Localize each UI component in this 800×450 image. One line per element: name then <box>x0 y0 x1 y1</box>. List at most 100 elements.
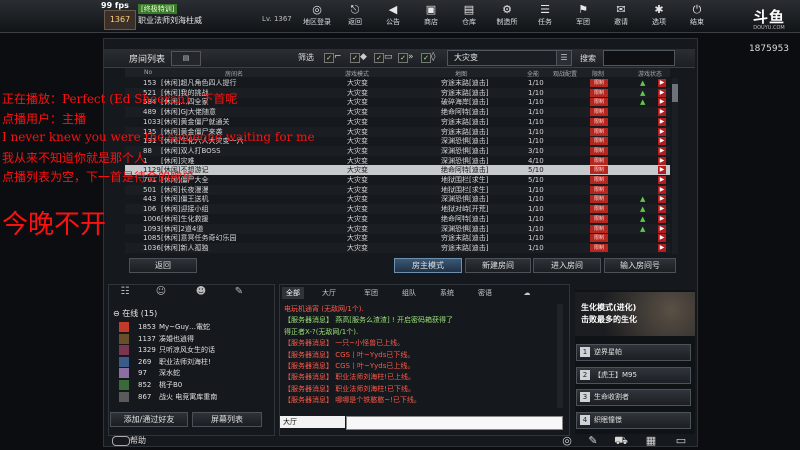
nav-button-0[interactable]: ◎ 地区登录 <box>300 2 334 30</box>
edit-icon[interactable]: ✎ <box>586 434 600 448</box>
calendar-icon[interactable]: ▦ <box>644 434 658 448</box>
online-count: 在线 (15) <box>122 309 158 318</box>
nav-button-7[interactable]: ⚑ 军团 <box>566 2 600 30</box>
nav-button-10[interactable]: ⏻ 结束 <box>680 2 714 30</box>
room-list-scrollbar[interactable] <box>672 78 678 254</box>
play-icon[interactable]: ▶ <box>658 156 666 165</box>
play-icon[interactable]: ▶ <box>658 166 666 175</box>
room-row[interactable]: 701 [休闲]僵尸大全 大灾变 地狱围栏[求生] 5/10 限制 ▶ <box>125 175 670 185</box>
battery-icon[interactable]: ▭ <box>674 434 688 448</box>
play-icon[interactable]: ▶ <box>658 224 666 233</box>
play-icon[interactable]: ▶ <box>658 243 666 252</box>
chat-tab-whisper[interactable]: 密语 <box>474 287 496 299</box>
chat-channel-select[interactable]: 大厅 <box>280 416 345 428</box>
room-row[interactable]: 88 [休闲]双人打BOSS 大灾变 深渊恐惧[迪击] 3/10 限制 ▶ <box>125 145 670 156</box>
chat-tab-clan[interactable]: 军团 <box>360 287 382 299</box>
friend-item[interactable]: 97 深水蛇 <box>113 368 265 379</box>
chat-message: 得正者X-?(无敌网/1个). <box>284 327 359 336</box>
chat-tab-system[interactable]: 系统 <box>436 287 458 299</box>
edit-tab-icon[interactable]: ✎ <box>228 286 250 300</box>
cart-icon[interactable]: ⛟ <box>614 434 628 448</box>
room-row[interactable]: 501 [休闲]长夜漫漫 大灾变 地狱围栏[求生] 1/10 限制 ▶ <box>125 184 670 195</box>
play-icon[interactable]: ▶ <box>658 127 666 136</box>
friend-item[interactable]: 852 桃子B0 <box>113 380 265 390</box>
back-button[interactable]: 返回 <box>129 258 197 273</box>
friend-item[interactable]: 1137 凑婚也逍得 <box>113 333 265 344</box>
room-row[interactable]: 1 [休闲]灾难 大灾变 深渊恐惧[迪击] 4/10 限制 ▶ <box>125 156 670 166</box>
filter-checkbox-3[interactable]: ✓ <box>374 53 384 63</box>
friend-item[interactable]: 1329 只听凉风女生的话 <box>113 345 265 356</box>
nav-button-8[interactable]: ✉ 邀请 <box>604 2 638 30</box>
play-icon[interactable]: ▶ <box>658 234 666 243</box>
room-list-scroll-thumb[interactable] <box>672 84 678 102</box>
quick-link-button[interactable]: 3 生命收割者 <box>576 389 691 406</box>
play-icon[interactable]: ▶ <box>658 117 666 126</box>
quick-link-button[interactable]: 2 【虎王】M95 <box>576 366 691 384</box>
room-row[interactable]: 1006 [休闲]生化救援 大灾变 绝命阿特[迪击] 1/10 限制 ▲ ▶ <box>125 214 670 224</box>
quick-link-button[interactable]: 4 织眠憧憬 <box>576 411 691 429</box>
room-players: 1/10 <box>528 243 544 252</box>
screen-list-button[interactable]: 屏幕列表 <box>192 412 262 427</box>
chat-input[interactable] <box>346 416 563 430</box>
nav-button-1[interactable]: ⎋ 返回 <box>338 2 372 30</box>
play-icon[interactable]: ▶ <box>658 214 666 223</box>
friend-item[interactable]: 1853 My~Guy…電蛇 <box>113 322 265 332</box>
play-icon[interactable]: ▶ <box>658 79 666 87</box>
chat-scrollbar[interactable] <box>557 304 563 408</box>
nav-button-2[interactable]: ◀ 公告 <box>376 2 410 30</box>
room-row[interactable]: 1085 [休闲]意冥任务奇幻乐园 大灾变 穷途末路[迪击] 1/10 限制 ▶ <box>125 233 670 243</box>
search-input[interactable] <box>603 50 675 66</box>
filter-menu-icon[interactable]: ☰ <box>556 50 572 66</box>
filter-checkbox-4[interactable]: ✓ <box>398 53 408 63</box>
nav-button-4[interactable]: ▤ 仓库 <box>452 2 486 30</box>
play-icon[interactable]: ▶ <box>658 108 666 117</box>
filter-checkbox-2[interactable]: ✓ <box>350 53 360 63</box>
chat-filter-icon[interactable]: ☁ <box>520 287 534 299</box>
room-row[interactable]: 1033 [休闲]黄金僵尸就通关 大灾变 穷途末路[迪击] 1/10 限制 ▶ <box>125 117 670 127</box>
enter-room-number-button[interactable]: 输入房间号 <box>604 258 676 273</box>
play-icon[interactable]: ▶ <box>658 146 666 155</box>
nav-button-9[interactable]: ✱ 选项 <box>642 2 676 30</box>
group-tab-icon[interactable]: ☺ <box>150 286 172 300</box>
quick-link-button[interactable]: 1 逆界星帕 <box>576 344 691 361</box>
compass-icon[interactable]: ◎ <box>560 434 574 448</box>
room-row[interactable]: 1129 [休闲]不想游记 大灾变 绝命阿特[迪击] 5/10 限制 ▶ <box>125 165 670 176</box>
clan-tab-icon[interactable]: ☻ <box>190 286 212 300</box>
room-list-toggle-button[interactable]: ▤ <box>171 51 201 66</box>
room-row[interactable]: 153 [休闲]超凡角色四人提行 大灾变 穷途末路[迪击] 1/10 限制 ▲ ▶ <box>125 78 670 88</box>
room-row[interactable]: 489 [休闲]GJ大佬随意 大灾变 绝命阿特[迪击] 1/10 限制 ▶ <box>125 107 670 118</box>
friend-item[interactable]: 269 职业法师刘海柱! <box>113 356 265 367</box>
friends-tab-icon[interactable]: ☷ <box>114 286 136 300</box>
room-row[interactable]: 106 [休闲]迎接小组 大灾变 地狱对峙[开荒] 1/10 限制 ▲ ▶ <box>125 204 670 215</box>
room-row[interactable]: 1093 [休闲]2道4道 大灾变 深渊恐惧[迪击] 1/10 限制 ▲ ▶ <box>125 223 670 234</box>
chat-tab-hall[interactable]: 大厅 <box>318 287 340 299</box>
help-label[interactable]: 帮助 <box>130 435 146 446</box>
online-friends-header[interactable]: ⊖ 在线 (15) <box>113 308 157 319</box>
room-players: 3/10 <box>528 146 544 155</box>
nav-button-6[interactable]: ☰ 任务 <box>528 2 562 30</box>
chat-message: 【服务器消息】 职业法师刘海柱!已下线。 <box>284 384 416 393</box>
mode-filter-select[interactable]: 大灾变 <box>447 50 559 66</box>
enter-room-button[interactable]: 进入房间 <box>533 258 601 273</box>
nav-button-3[interactable]: ▣ 商店 <box>414 2 448 30</box>
room-row[interactable]: 1036 [休闲]新人孤独 大灾变 穷途末路[迪击] 1/10 限制 ▶ <box>125 242 670 253</box>
nav-button-5[interactable]: ⚙ 制造所 <box>490 2 524 30</box>
play-icon[interactable]: ▶ <box>658 137 666 146</box>
play-icon[interactable]: ▶ <box>658 88 666 97</box>
play-icon[interactable]: ▶ <box>658 176 666 184</box>
filter-checkbox-5[interactable]: ✓ <box>421 53 431 63</box>
chat-tab-all[interactable]: 全部 <box>282 287 304 299</box>
new-room-button[interactable]: 新建房间 <box>465 258 531 273</box>
filter-checkbox-1[interactable]: ✓ <box>324 53 334 63</box>
play-icon[interactable]: ▶ <box>658 98 666 107</box>
add-friend-button[interactable]: 添加/通过好友 <box>110 412 188 427</box>
play-icon[interactable]: ▶ <box>658 185 666 194</box>
chat-tab-team[interactable]: 组队 <box>398 287 420 299</box>
room-mode: 大灾变 <box>347 156 368 165</box>
host-mode-button[interactable]: 房主模式 <box>394 258 462 273</box>
play-icon[interactable]: ▶ <box>658 205 666 214</box>
room-row[interactable]: 443 [休闲]僵王送机 大灾变 深渊恐惧[迪击] 1/10 限制 ▲ ▶ <box>125 194 670 204</box>
friend-item[interactable]: 867 战火 电竞寓库重南 <box>113 391 265 402</box>
toggle-icon[interactable] <box>112 436 130 446</box>
play-icon[interactable]: ▶ <box>658 195 666 204</box>
